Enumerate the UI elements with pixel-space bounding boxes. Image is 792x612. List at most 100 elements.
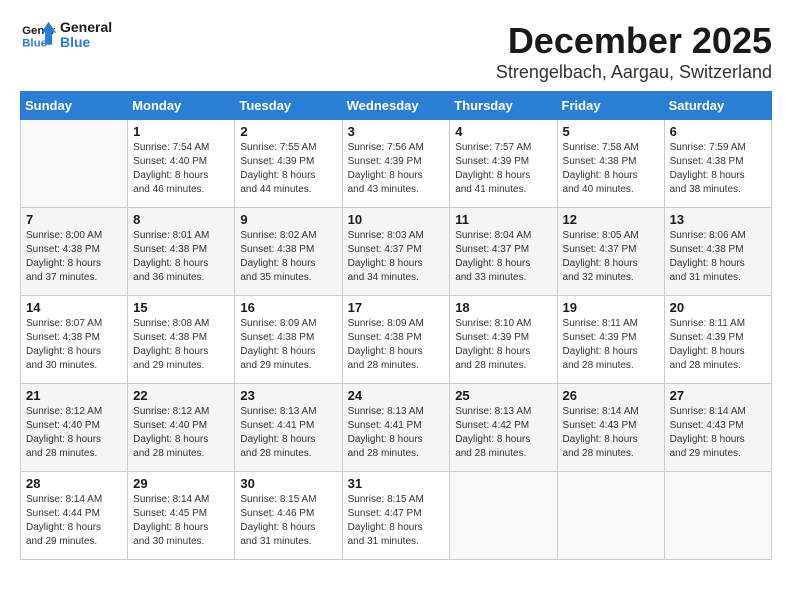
calendar-cell: 20 Sunrise: 8:11 AM Sunset: 4:39 PM Dayli… xyxy=(664,296,771,384)
calendar-cell: 22 Sunrise: 8:12 AM Sunset: 4:40 PM Dayli… xyxy=(128,384,235,472)
calendar-cell: 5 Sunrise: 7:58 AM Sunset: 4:38 PM Daylig… xyxy=(557,120,664,208)
calendar-week-row: 21 Sunrise: 8:12 AM Sunset: 4:40 PM Dayli… xyxy=(21,384,772,472)
calendar-cell: 10 Sunrise: 8:03 AM Sunset: 4:37 PM Dayli… xyxy=(342,208,450,296)
cell-day-number: 8 xyxy=(133,212,229,227)
calendar-cell: 29 Sunrise: 8:14 AM Sunset: 4:45 PM Dayli… xyxy=(128,472,235,560)
cell-day-number: 4 xyxy=(455,124,551,139)
cell-day-number: 29 xyxy=(133,476,229,491)
calendar-week-row: 14 Sunrise: 8:07 AM Sunset: 4:38 PM Dayli… xyxy=(21,296,772,384)
cell-day-number: 16 xyxy=(240,300,336,315)
logo-blue: Blue xyxy=(60,35,112,50)
calendar-cell: 24 Sunrise: 8:13 AM Sunset: 4:41 PM Dayli… xyxy=(342,384,450,472)
cell-day-number: 19 xyxy=(563,300,659,315)
cell-day-number: 25 xyxy=(455,388,551,403)
title-block: December 2025 Strengelbach, Aargau, Swit… xyxy=(496,20,772,83)
cell-daylight-info: Sunrise: 8:11 AM Sunset: 4:39 PM Dayligh… xyxy=(563,317,659,373)
cell-day-number: 31 xyxy=(348,476,445,491)
cell-daylight-info: Sunrise: 8:06 AM Sunset: 4:38 PM Dayligh… xyxy=(670,229,766,285)
cell-day-number: 11 xyxy=(455,212,551,227)
cell-daylight-info: Sunrise: 8:15 AM Sunset: 4:46 PM Dayligh… xyxy=(240,493,336,549)
cell-daylight-info: Sunrise: 8:13 AM Sunset: 4:41 PM Dayligh… xyxy=(348,405,445,461)
cell-day-number: 6 xyxy=(670,124,766,139)
cell-daylight-info: Sunrise: 8:07 AM Sunset: 4:38 PM Dayligh… xyxy=(26,317,122,373)
calendar-cell: 9Sunrise: 8:02 AM Sunset: 4:38 PM Daylig… xyxy=(235,208,342,296)
cell-daylight-info: Sunrise: 8:13 AM Sunset: 4:42 PM Dayligh… xyxy=(455,405,551,461)
calendar-cell: 31 Sunrise: 8:15 AM Sunset: 4:47 PM Dayli… xyxy=(342,472,450,560)
cell-day-number: 10 xyxy=(348,212,445,227)
cell-day-number: 21 xyxy=(26,388,122,403)
cell-daylight-info: Sunrise: 8:08 AM Sunset: 4:38 PM Dayligh… xyxy=(133,317,229,373)
calendar-cell: 26Sunrise: 8:14 AM Sunset: 4:43 PM Dayli… xyxy=(557,384,664,472)
calendar-cell: 16 Sunrise: 8:09 AM Sunset: 4:38 PM Dayli… xyxy=(235,296,342,384)
cell-daylight-info: Sunrise: 8:15 AM Sunset: 4:47 PM Dayligh… xyxy=(348,493,445,549)
cell-day-number: 1 xyxy=(133,124,229,139)
month-title: December 2025 xyxy=(496,20,772,62)
calendar-cell: 1 Sunrise: 7:54 AM Sunset: 4:40 PM Daylig… xyxy=(128,120,235,208)
calendar-cell: 18 Sunrise: 8:10 AM Sunset: 4:39 PM Dayli… xyxy=(450,296,557,384)
cell-day-number: 30 xyxy=(240,476,336,491)
calendar-cell: 3Sunrise: 7:56 AM Sunset: 4:39 PM Daylig… xyxy=(342,120,450,208)
cell-day-number: 22 xyxy=(133,388,229,403)
cell-day-number: 14 xyxy=(26,300,122,315)
calendar-cell xyxy=(664,472,771,560)
calendar-cell: 23Sunrise: 8:13 AM Sunset: 4:41 PM Dayli… xyxy=(235,384,342,472)
calendar-cell: 30 Sunrise: 8:15 AM Sunset: 4:46 PM Dayli… xyxy=(235,472,342,560)
calendar-cell: 17Sunrise: 8:09 AM Sunset: 4:38 PM Dayli… xyxy=(342,296,450,384)
cell-daylight-info: Sunrise: 8:11 AM Sunset: 4:39 PM Dayligh… xyxy=(670,317,766,373)
calendar-cell: 2 Sunrise: 7:55 AM Sunset: 4:39 PM Daylig… xyxy=(235,120,342,208)
cell-day-number: 2 xyxy=(240,124,336,139)
logo-general: General xyxy=(60,20,112,35)
logo: General Blue General Blue xyxy=(20,20,112,51)
calendar-cell: 4Sunrise: 7:57 AM Sunset: 4:39 PM Daylig… xyxy=(450,120,557,208)
cell-day-number: 20 xyxy=(670,300,766,315)
cell-day-number: 28 xyxy=(26,476,122,491)
cell-daylight-info: Sunrise: 8:14 AM Sunset: 4:45 PM Dayligh… xyxy=(133,493,229,549)
cell-daylight-info: Sunrise: 8:00 AM Sunset: 4:38 PM Dayligh… xyxy=(26,229,122,285)
cell-daylight-info: Sunrise: 8:12 AM Sunset: 4:40 PM Dayligh… xyxy=(26,405,122,461)
calendar-cell: 7 Sunrise: 8:00 AM Sunset: 4:38 PM Daylig… xyxy=(21,208,128,296)
calendar-cell: 14 Sunrise: 8:07 AM Sunset: 4:38 PM Dayli… xyxy=(21,296,128,384)
cell-daylight-info: Sunrise: 8:14 AM Sunset: 4:44 PM Dayligh… xyxy=(26,493,122,549)
cell-day-number: 3 xyxy=(348,124,445,139)
cell-day-number: 17 xyxy=(348,300,445,315)
weekday-header-wednesday: Wednesday xyxy=(342,92,450,120)
cell-day-number: 15 xyxy=(133,300,229,315)
calendar-cell: 25 Sunrise: 8:13 AM Sunset: 4:42 PM Dayli… xyxy=(450,384,557,472)
weekday-header-tuesday: Tuesday xyxy=(235,92,342,120)
calendar-cell xyxy=(557,472,664,560)
calendar-week-row: 28 Sunrise: 8:14 AM Sunset: 4:44 PM Dayli… xyxy=(21,472,772,560)
cell-daylight-info: Sunrise: 8:02 AM Sunset: 4:38 PM Dayligh… xyxy=(240,229,336,285)
cell-daylight-info: Sunrise: 8:14 AM Sunset: 4:43 PM Dayligh… xyxy=(563,405,659,461)
cell-day-number: 24 xyxy=(348,388,445,403)
logo-icon: General Blue xyxy=(20,20,56,50)
cell-daylight-info: Sunrise: 7:58 AM Sunset: 4:38 PM Dayligh… xyxy=(563,141,659,197)
cell-daylight-info: Sunrise: 7:55 AM Sunset: 4:39 PM Dayligh… xyxy=(240,141,336,197)
weekday-header-thursday: Thursday xyxy=(450,92,557,120)
cell-daylight-info: Sunrise: 8:10 AM Sunset: 4:39 PM Dayligh… xyxy=(455,317,551,373)
weekday-header-friday: Friday xyxy=(557,92,664,120)
cell-daylight-info: Sunrise: 8:03 AM Sunset: 4:37 PM Dayligh… xyxy=(348,229,445,285)
calendar-cell: 6Sunrise: 7:59 AM Sunset: 4:38 PM Daylig… xyxy=(664,120,771,208)
cell-day-number: 27 xyxy=(670,388,766,403)
calendar-cell: 19 Sunrise: 8:11 AM Sunset: 4:39 PM Dayli… xyxy=(557,296,664,384)
calendar-cell: 21 Sunrise: 8:12 AM Sunset: 4:40 PM Dayli… xyxy=(21,384,128,472)
calendar-week-row: 7 Sunrise: 8:00 AM Sunset: 4:38 PM Daylig… xyxy=(21,208,772,296)
weekday-header-saturday: Saturday xyxy=(664,92,771,120)
cell-daylight-info: Sunrise: 8:01 AM Sunset: 4:38 PM Dayligh… xyxy=(133,229,229,285)
location-title: Strengelbach, Aargau, Switzerland xyxy=(496,62,772,83)
cell-day-number: 7 xyxy=(26,212,122,227)
cell-daylight-info: Sunrise: 8:09 AM Sunset: 4:38 PM Dayligh… xyxy=(240,317,336,373)
cell-daylight-info: Sunrise: 8:12 AM Sunset: 4:40 PM Dayligh… xyxy=(133,405,229,461)
cell-daylight-info: Sunrise: 8:14 AM Sunset: 4:43 PM Dayligh… xyxy=(670,405,766,461)
calendar-cell: 12Sunrise: 8:05 AM Sunset: 4:37 PM Dayli… xyxy=(557,208,664,296)
calendar-cell: 8 Sunrise: 8:01 AM Sunset: 4:38 PM Daylig… xyxy=(128,208,235,296)
calendar-week-row: 1 Sunrise: 7:54 AM Sunset: 4:40 PM Daylig… xyxy=(21,120,772,208)
calendar-cell: 13Sunrise: 8:06 AM Sunset: 4:38 PM Dayli… xyxy=(664,208,771,296)
cell-day-number: 23 xyxy=(240,388,336,403)
cell-day-number: 18 xyxy=(455,300,551,315)
cell-day-number: 5 xyxy=(563,124,659,139)
calendar-cell xyxy=(450,472,557,560)
weekday-header-sunday: Sunday xyxy=(21,92,128,120)
cell-daylight-info: Sunrise: 7:54 AM Sunset: 4:40 PM Dayligh… xyxy=(133,141,229,197)
calendar-table: SundayMondayTuesdayWednesdayThursdayFrid… xyxy=(20,91,772,560)
